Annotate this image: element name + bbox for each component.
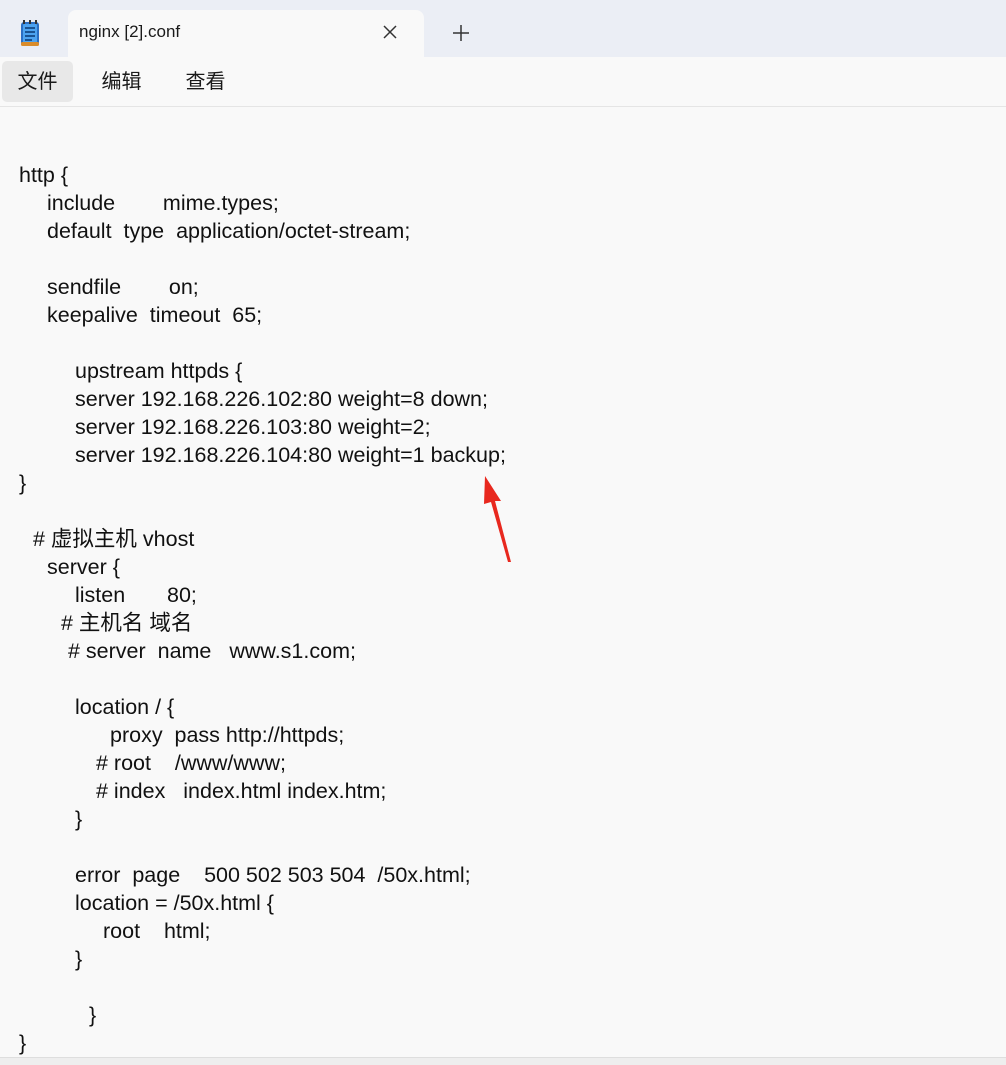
- tab-nginx-conf[interactable]: nginx [2].conf: [68, 10, 424, 57]
- code-line: default type application/octet-stream;: [47, 219, 411, 243]
- menu-file[interactable]: 文件: [2, 61, 73, 102]
- code-line: server 192.168.226.104:80 weight=1 backu…: [75, 443, 506, 467]
- code-line: }: [75, 807, 83, 831]
- code-line: # root /www/www;: [96, 751, 286, 775]
- notepad-icon[interactable]: [20, 20, 40, 46]
- code-line: root html;: [103, 919, 211, 943]
- status-bar-edge: [0, 1057, 1006, 1065]
- code-line: server {: [47, 555, 120, 579]
- red-arrow-icon: [484, 476, 511, 562]
- close-icon[interactable]: [380, 22, 400, 42]
- code-line: server 192.168.226.102:80 weight=8 down;: [75, 387, 488, 411]
- menu-bar: 文件 编辑 查看: [0, 57, 1006, 107]
- title-tab-bar: nginx [2].conf: [0, 0, 1006, 57]
- menu-view[interactable]: 查看: [170, 61, 241, 102]
- code-line: }: [75, 947, 83, 971]
- code-line: }: [19, 471, 27, 495]
- code-line: }: [89, 1003, 97, 1027]
- plus-icon[interactable]: [450, 22, 472, 44]
- code-line: # index index.html index.htm;: [96, 779, 387, 803]
- tab-title: nginx [2].conf: [79, 22, 181, 41]
- code-line: keepalive timeout 65;: [47, 303, 263, 327]
- code-line: proxy pass http://httpds;: [110, 723, 345, 747]
- code-line: # 主机名 域名: [61, 611, 193, 635]
- code-line: server 192.168.226.103:80 weight=2;: [75, 415, 431, 439]
- code-line: sendfile on;: [47, 275, 199, 299]
- code-line: include mime.types;: [47, 191, 279, 215]
- text-editor[interactable]: http { include mime.types; default type …: [0, 107, 1006, 1057]
- code-line: # server name www.s1.com;: [68, 639, 356, 663]
- code-line: # 虚拟主机 vhost: [33, 527, 195, 551]
- code-line: listen 80;: [75, 583, 197, 607]
- code-line: }: [19, 1031, 27, 1055]
- code-line: location = /50x.html {: [75, 891, 274, 915]
- code-line: upstream httpds {: [75, 359, 243, 383]
- menu-edit[interactable]: 编辑: [86, 61, 157, 102]
- code-line: error page 500 502 503 504 /50x.html;: [75, 863, 471, 887]
- code-line: location / {: [75, 695, 175, 719]
- notepad-window: nginx [2].conf 文件 编辑 查看 http { include m…: [0, 0, 1006, 1065]
- code-line: http {: [19, 163, 69, 187]
